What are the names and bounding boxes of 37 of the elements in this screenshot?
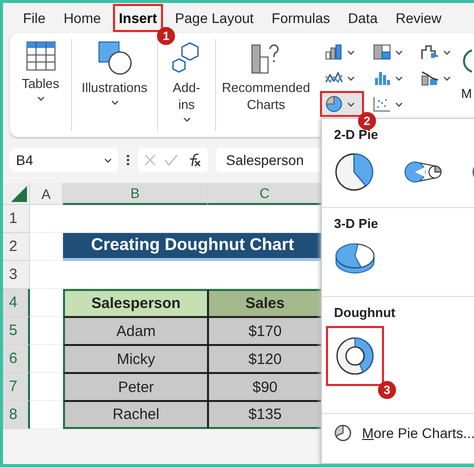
row-header[interactable]: 8 [3,401,30,429]
ribbon-group-button[interactable]: Add-ins [158,39,216,131]
row-header[interactable]: 6 [3,345,30,373]
ribbon-tab[interactable]: Formulas [266,4,336,32]
table-cell: $170 [208,317,322,345]
ribbon-group-label: M [461,85,472,102]
name-box[interactable]: B4 [10,148,118,172]
column-header[interactable]: A [30,183,63,205]
table-cell: Rachel [63,401,208,429]
row-header[interactable]: 2 [3,233,30,261]
ribbon-tab[interactable]: Insert [112,4,164,32]
column-header[interactable]: C [208,183,322,205]
section-heading: 3-D Pie [334,216,380,231]
ribbon-tab[interactable]: Data [342,4,384,32]
column-header[interactable]: B [63,183,208,205]
ribbon-group-button[interactable]: Tables [10,39,72,131]
ribbon-tab[interactable]: File [17,4,52,32]
more-pie-charts-link[interactable]: More Pie Charts... [362,425,474,441]
row-header[interactable]: 7 [3,373,30,401]
table-cell: $120 [208,345,322,373]
ribbon-group-button[interactable]: Illustrations [72,39,158,131]
row-header[interactable]: 5 [3,317,30,345]
row-header[interactable]: 3 [3,261,30,289]
column-heading: Sales [208,289,322,317]
section-heading: Doughnut [333,305,396,320]
row-header[interactable]: 4 [3,289,30,317]
section-heading: 2-D Pie [334,127,380,142]
ribbon-tab[interactable]: Home [58,4,107,32]
table-cell: Peter [63,373,208,401]
ribbon-tab[interactable]: Review [390,4,448,32]
column-heading: Salesperson [63,289,208,317]
row-header[interactable]: 1 [3,205,30,233]
ribbon-group-button[interactable]: Recommended Charts [216,39,316,131]
table-cell: $135 [208,401,322,429]
table-cell: Micky [63,345,208,373]
table-cell: Adam [63,317,208,345]
table-cell: $90 [208,373,322,401]
